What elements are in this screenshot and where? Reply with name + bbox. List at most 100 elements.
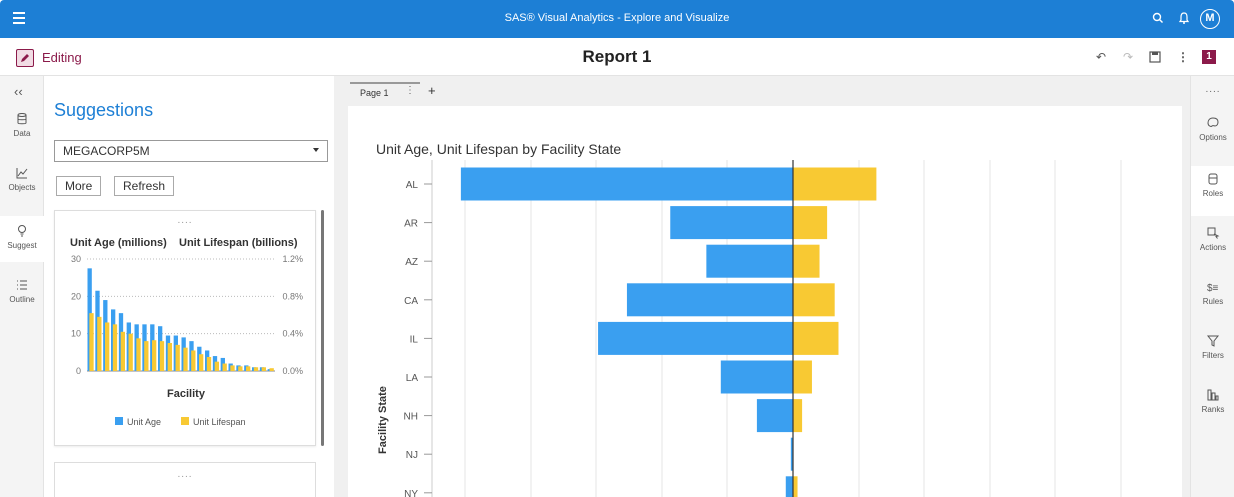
tab-menu-icon[interactable]: ⋮: [405, 85, 415, 96]
save-icon[interactable]: [1148, 50, 1162, 64]
suggestion-card[interactable]: .... Unit Age (millions) Unit Lifespan (…: [54, 210, 316, 446]
mini-x-label: Facility: [167, 388, 206, 400]
panel-label: Options: [1199, 133, 1227, 142]
bar-unit-lifespan[interactable]: [793, 206, 828, 240]
more-button[interactable]: More: [56, 176, 102, 196]
mini-bar-unit-lifespan: [159, 341, 165, 371]
bar-unit-age[interactable]: [785, 476, 793, 497]
app-title: SAS® Visual Analytics - Explore and Visu…: [504, 12, 730, 24]
list-icon: [17, 280, 27, 290]
bar-unit-lifespan[interactable]: [793, 476, 798, 497]
y-tick-label: NY: [404, 489, 418, 497]
mini-right-tick: 0.0%: [282, 366, 303, 376]
mini-bar-unit-lifespan: [136, 338, 141, 371]
nav-item-objects[interactable]: Objects: [0, 166, 44, 212]
mini-bar-unit-lifespan: [214, 361, 219, 371]
bar-unit-age[interactable]: [598, 321, 793, 355]
report-toolbar: Editing Report 1 ↶ ↷ ⋮ 1: [0, 38, 1234, 76]
panel-actions[interactable]: Actions: [1191, 226, 1234, 276]
butterfly-bar-chart[interactable]: Facility State AL AR AZ CA IL LA NH NJ NY: [348, 152, 1182, 497]
more-panels-icon[interactable]: ....: [1191, 84, 1234, 95]
mini-bar-unit-lifespan: [269, 368, 274, 371]
lightbulb-icon: [18, 225, 26, 237]
double-chevron-left-icon[interactable]: ‹‹: [14, 84, 23, 99]
panel-options[interactable]: Options: [1191, 116, 1234, 166]
card-menu-icon[interactable]: ....: [55, 469, 315, 480]
nav-item-data[interactable]: Data: [0, 112, 44, 158]
y-tick-label: AL: [406, 180, 419, 191]
bar-unit-age[interactable]: [460, 167, 793, 201]
search-icon[interactable]: [1151, 11, 1165, 25]
mini-bar-unit-lifespan: [105, 322, 110, 371]
bar-unit-lifespan[interactable]: [793, 244, 820, 278]
mini-bar-unit-lifespan: [261, 367, 266, 371]
mini-bar-unit-lifespan: [253, 367, 259, 371]
bar-unit-age[interactable]: [626, 283, 793, 317]
redo-icon[interactable]: ↷: [1121, 50, 1135, 64]
suggestions-title: Suggestions: [54, 100, 154, 120]
bar-unit-age[interactable]: [670, 206, 793, 240]
cursor-icon: [1207, 227, 1220, 239]
bell-icon[interactable]: [1177, 11, 1191, 25]
mini-right-tick: 1.2%: [282, 254, 303, 264]
mini-bar-unit-lifespan: [238, 366, 243, 371]
y-axis-title: Facility State: [377, 386, 389, 454]
legend-swatch-unit-age: [115, 417, 123, 425]
legend-label-unit-age: Unit Age: [127, 417, 161, 427]
panel-label: Rules: [1202, 297, 1224, 306]
mini-left-tick: 10: [71, 329, 81, 339]
line-chart-icon: [16, 168, 28, 179]
funnel-icon: [1206, 335, 1220, 347]
panel-rules[interactable]: $≡ Rules: [1191, 280, 1234, 330]
more-options-icon[interactable]: ⋮: [1176, 50, 1190, 64]
nav-item-suggest[interactable]: Suggest: [0, 216, 44, 262]
ranks-icon: [1207, 389, 1219, 401]
mini-bar-unit-lifespan: [89, 313, 94, 371]
y-tick-label: IL: [410, 334, 419, 345]
bar-unit-age[interactable]: [706, 244, 793, 278]
mini-bar-unit-lifespan: [206, 357, 212, 371]
panel-filters[interactable]: Filters: [1191, 334, 1234, 384]
bar-unit-age[interactable]: [720, 360, 793, 394]
panel-label: Roles: [1202, 189, 1224, 198]
mini-bar-unit-lifespan: [246, 366, 251, 371]
mini-left-tick: 20: [71, 291, 81, 301]
y-tick-label: AR: [404, 219, 418, 230]
mini-bar-unit-lifespan: [222, 363, 227, 371]
nav-label: Suggest: [7, 241, 37, 250]
bar-unit-lifespan[interactable]: [793, 283, 835, 317]
mini-bar-unit-lifespan: [128, 333, 133, 371]
mini-right-tick: 0.4%: [282, 329, 303, 339]
bar-unit-lifespan[interactable]: [793, 399, 803, 433]
nav-label: Data: [13, 129, 31, 138]
data-source-select[interactable]: MEGACORP5M: [54, 140, 328, 162]
mini-bar-unit-lifespan: [144, 341, 149, 371]
suggestion-mini-chart: 30 1.2% 20 0.8% 10 0.4% 0 0.0% Facility Unit Age U…: [71, 254, 303, 427]
refresh-button[interactable]: Refresh: [114, 176, 175, 196]
suggestions-panel: Suggestions MEGACORP5M More Refresh ....…: [44, 76, 334, 497]
rules-icon: $≡: [1207, 283, 1219, 294]
report-title[interactable]: Report 1: [0, 47, 1234, 67]
bar-unit-age[interactable]: [756, 399, 793, 433]
y-tick-label: AZ: [405, 257, 418, 268]
bar-unit-lifespan[interactable]: [793, 167, 877, 201]
y-tick-label: LA: [406, 373, 419, 384]
suggestion-card-2[interactable]: ....: [54, 462, 316, 497]
notification-badge[interactable]: 1: [1202, 50, 1216, 64]
panel-label: Ranks: [1201, 405, 1225, 414]
mini-bar-unit-lifespan: [230, 365, 235, 371]
dropdown-caret-icon: [313, 148, 319, 152]
undo-icon[interactable]: ↶: [1094, 50, 1108, 64]
legend-label-unit-lifespan: Unit Lifespan: [193, 417, 246, 427]
panel-scrollbar[interactable]: [321, 210, 324, 446]
bar-unit-lifespan[interactable]: [793, 321, 839, 355]
mini-bar-unit-lifespan: [175, 344, 180, 371]
panel-roles[interactable]: Roles: [1191, 166, 1234, 216]
add-page-button[interactable]: +: [428, 83, 436, 98]
panel-ranks[interactable]: Ranks: [1191, 388, 1234, 438]
user-avatar[interactable]: M: [1200, 9, 1220, 29]
bar-unit-lifespan[interactable]: [793, 360, 812, 394]
mini-bar-unit-lifespan: [112, 324, 118, 371]
nav-item-outline[interactable]: Outline: [0, 278, 44, 324]
card-menu-icon[interactable]: ....: [55, 215, 315, 226]
